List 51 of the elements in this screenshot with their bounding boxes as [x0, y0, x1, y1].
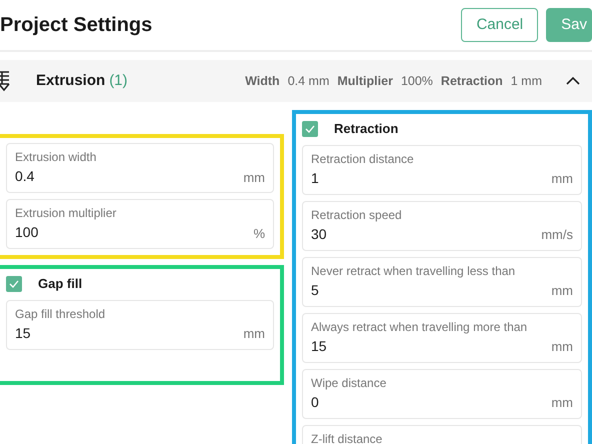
- unit-label: mm: [551, 282, 573, 300]
- input-field[interactable]: Wipe distance 0 mm: [302, 368, 582, 418]
- field-value: 15: [311, 336, 327, 356]
- field-value: 15: [15, 324, 31, 342]
- chevron-up-icon[interactable]: [566, 76, 580, 86]
- group-title: Gap fill: [38, 275, 82, 293]
- unit-label: mm/s: [541, 226, 573, 244]
- field-value: 0.4: [15, 167, 34, 186]
- input-field[interactable]: Z-lift distance: [302, 424, 582, 444]
- unit-label: mm: [243, 325, 265, 343]
- unit-label: mm: [551, 170, 573, 188]
- unit-label: mm: [551, 394, 573, 412]
- input-field[interactable]: Gap fill threshold 15 mm: [6, 300, 274, 350]
- field-value: 0: [311, 392, 319, 412]
- summary-label: Retraction: [440, 72, 503, 90]
- field-value: 1: [311, 168, 319, 188]
- field-label: Gap fill threshold: [15, 306, 106, 322]
- input-field[interactable]: Retraction distance 1 mm: [302, 144, 582, 194]
- summary-label: Multiplier: [337, 72, 393, 90]
- field-label: Extrusion width: [15, 149, 98, 165]
- summary-value: 100%: [400, 72, 433, 90]
- input-field[interactable]: Always retract when travelling more than 15 mm: [302, 312, 582, 362]
- page-title: Project Settings: [0, 13, 152, 37]
- field-label: Retraction speed: [311, 206, 403, 222]
- item-count: (1): [109, 70, 128, 91]
- field-label: Z-lift distance: [311, 430, 384, 444]
- checkbox[interactable]: [302, 120, 318, 137]
- field-label: Extrusion multiplier: [15, 205, 118, 221]
- field-value: 5: [311, 280, 319, 300]
- section-title[interactable]: Extrusion: [36, 70, 106, 92]
- checkmark-icon: [9, 280, 19, 288]
- checkmark-icon: [305, 124, 315, 133]
- input-field[interactable]: Never retract when travelling less than 5 mm: [302, 256, 582, 306]
- group-title: Retraction: [334, 120, 398, 138]
- field-label: Retraction distance: [311, 150, 415, 166]
- unit-label: mm: [551, 338, 573, 356]
- field-label: Always retract when travelling more than: [311, 318, 528, 334]
- field-label: Never retract when travelling less than: [311, 262, 516, 278]
- summary-value: 0.4 mm: [288, 72, 330, 90]
- field-label: Wipe distance: [311, 374, 388, 390]
- unit-label: %: [253, 224, 265, 242]
- input-field[interactable]: Extrusion multiplier 100 %: [6, 199, 274, 249]
- summary-value: 1 mm: [510, 72, 542, 90]
- field-value: 30: [311, 224, 327, 244]
- unit-label: mm: [243, 168, 265, 186]
- checkbox[interactable]: [6, 276, 22, 292]
- input-field[interactable]: Extrusion width 0.4 mm: [6, 143, 274, 193]
- summary-label: Width: [245, 72, 280, 90]
- input-field[interactable]: Retraction speed 30 mm/s: [302, 200, 582, 250]
- extruder-icon: [0, 70, 12, 92]
- field-value: 100: [15, 223, 38, 242]
